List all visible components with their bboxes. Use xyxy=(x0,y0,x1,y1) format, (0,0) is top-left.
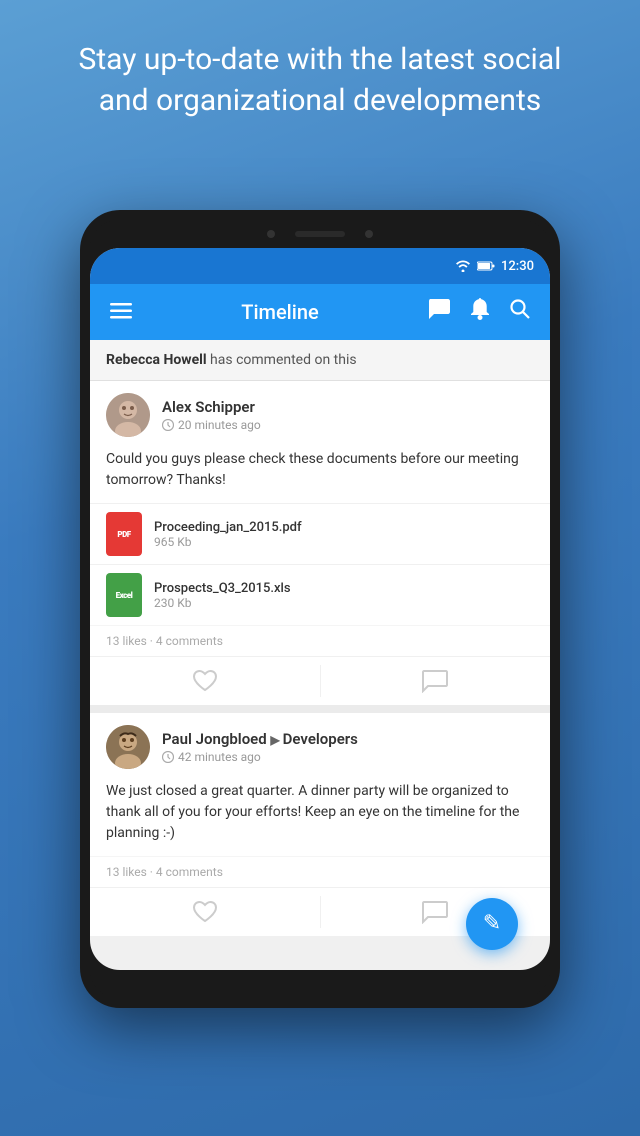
app-bar: Timeline xyxy=(90,284,550,340)
post-body-1: Could you guys please check these docume… xyxy=(90,445,550,503)
comment-button-1[interactable] xyxy=(321,657,551,705)
post-time-2: 42 minutes ago xyxy=(162,750,358,764)
timeline-content: Rebecca Howell has commented on this xyxy=(90,340,550,936)
file-name-excel: Prospects_Q3_2015.xls xyxy=(154,581,291,596)
phone-mockup: 12:30 Timeline xyxy=(80,210,560,1008)
attachment-pdf[interactable]: PDF Proceeding_jan_2015.pdf 965 Kb xyxy=(90,503,550,564)
post-meta-2: Paul Jongbloed ▶ Developers 42 minutes a… xyxy=(162,730,358,764)
excel-file-icon: Excel xyxy=(106,573,142,617)
phone-speaker xyxy=(295,231,345,237)
fab-compose[interactable]: ✎ xyxy=(466,898,518,950)
file-name-pdf: Proceeding_jan_2015.pdf xyxy=(154,520,302,535)
file-size-pdf: 965 Kb xyxy=(154,535,302,549)
like-button-2[interactable] xyxy=(90,888,320,936)
status-icons: 12:30 xyxy=(455,259,534,274)
chat-icon[interactable] xyxy=(424,295,454,329)
post-header-2: Paul Jongbloed ▶ Developers 42 minutes a… xyxy=(90,713,550,777)
file-info-pdf: Proceeding_jan_2015.pdf 965 Kb xyxy=(154,520,302,549)
pdf-file-icon: PDF xyxy=(106,512,142,556)
phone-top-bar xyxy=(90,220,550,248)
comment-icon-2 xyxy=(422,900,448,924)
post-stats-1: 13 likes · 4 comments xyxy=(90,625,550,656)
clock-icon-1 xyxy=(162,419,174,431)
comment-icon-1 xyxy=(422,669,448,693)
post-actions-1 xyxy=(90,656,550,705)
avatar-paul xyxy=(106,725,150,769)
like-button-1[interactable] xyxy=(90,657,320,705)
attachment-excel[interactable]: Excel Prospects_Q3_2015.xls 230 Kb xyxy=(90,564,550,625)
notification-banner: Rebecca Howell has commented on this xyxy=(90,340,550,381)
phone-bottom-bar xyxy=(90,970,550,998)
post-stats-2: 13 likes · 4 comments xyxy=(90,856,550,887)
menu-icon[interactable] xyxy=(106,296,136,329)
notification-author: Rebecca Howell xyxy=(106,352,207,368)
hero-text: Stay up-to-date with the latest social a… xyxy=(0,40,640,121)
search-icon[interactable] xyxy=(506,295,534,329)
post-author-2: Paul Jongbloed ▶ Developers xyxy=(162,730,358,748)
status-bar: 12:30 xyxy=(90,248,550,284)
status-time: 12:30 xyxy=(501,259,534,274)
battery-icon xyxy=(477,261,495,271)
bell-icon[interactable] xyxy=(466,294,494,330)
post-header-1: Alex Schipper 20 minutes ago xyxy=(90,381,550,445)
phone-screen: 12:30 Timeline xyxy=(90,248,550,970)
heart-icon-1 xyxy=(192,669,218,693)
fab-icon: ✎ xyxy=(483,913,501,935)
avatar-alex xyxy=(106,393,150,437)
post-meta-1: Alex Schipper 20 minutes ago xyxy=(162,398,261,432)
heart-icon-2 xyxy=(192,900,218,924)
wifi-icon xyxy=(455,260,471,272)
post-body-2: We just closed a great quarter. A dinner… xyxy=(90,777,550,856)
notification-message: has commented on this xyxy=(207,352,357,368)
post-time-1: 20 minutes ago xyxy=(162,418,261,432)
clock-icon-2 xyxy=(162,751,174,763)
post-card-1: Rebecca Howell has commented on this xyxy=(90,340,550,705)
phone-camera xyxy=(267,230,275,238)
post-author-1: Alex Schipper xyxy=(162,398,261,416)
phone-camera-2 xyxy=(365,230,373,238)
file-size-excel: 230 Kb xyxy=(154,596,291,610)
file-info-excel: Prospects_Q3_2015.xls 230 Kb xyxy=(154,581,291,610)
app-bar-title: Timeline xyxy=(148,300,412,324)
